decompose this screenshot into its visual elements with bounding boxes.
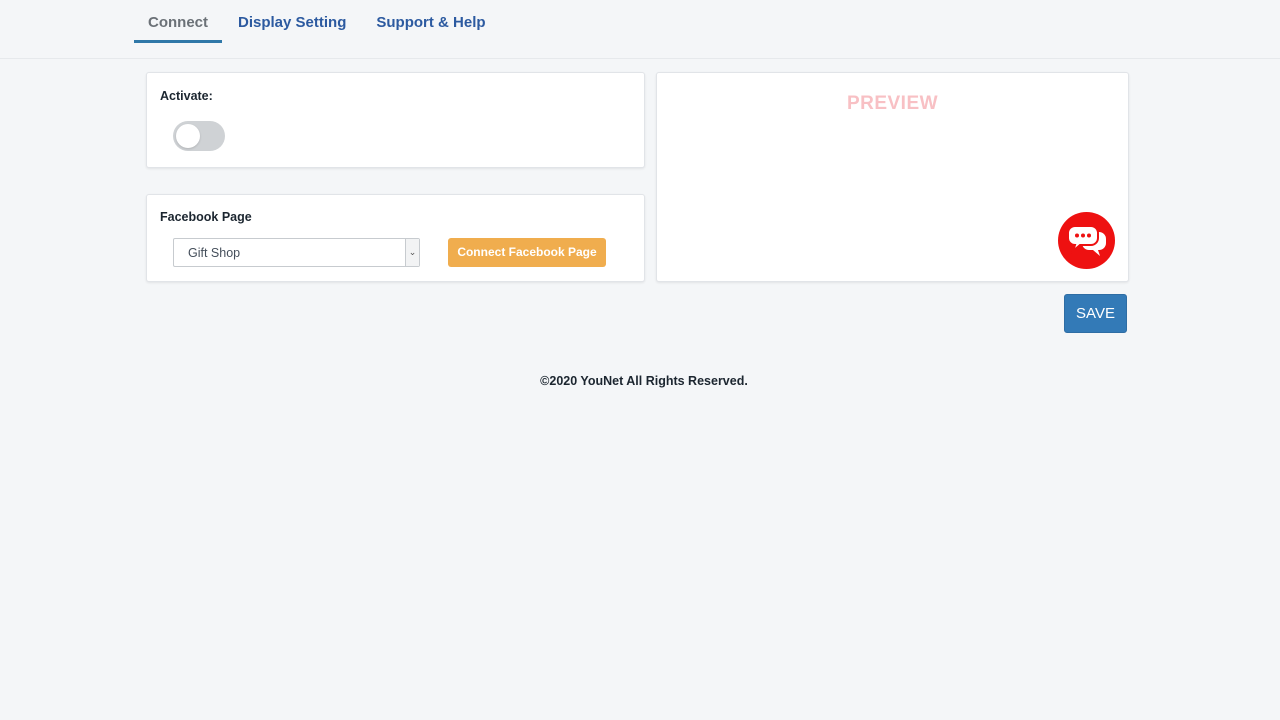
footer-copyright: ©2020 YouNet All Rights Reserved.: [540, 374, 748, 388]
tab-support-help[interactable]: Support & Help: [376, 0, 485, 40]
activate-card: Activate:: [146, 72, 645, 168]
top-navigation: Connect Display Setting Support & Help: [0, 0, 1280, 59]
chevron-down-icon: ⌄: [405, 239, 419, 266]
facebook-page-select[interactable]: Gift Shop ⌄: [173, 238, 420, 267]
tab-display-setting[interactable]: Display Setting: [238, 0, 346, 40]
toggle-knob: [176, 124, 200, 148]
preview-title: PREVIEW: [846, 93, 939, 114]
activate-label: Activate:: [160, 89, 213, 103]
facebook-page-card: Facebook Page Gift Shop ⌄ Connect Facebo…: [146, 194, 645, 282]
chat-bubbles-icon: [1066, 224, 1106, 256]
tab-bar: Connect Display Setting Support & Help: [134, 0, 486, 58]
facebook-page-label: Facebook Page: [160, 210, 252, 224]
connect-facebook-page-button[interactable]: Connect Facebook Page: [448, 238, 606, 267]
save-button[interactable]: SAVE: [1064, 294, 1127, 333]
selected-page-value: Gift Shop: [188, 246, 241, 260]
tab-connect[interactable]: Connect: [134, 0, 222, 43]
activate-toggle[interactable]: [173, 121, 225, 151]
preview-card: PREVIEW: [656, 72, 1129, 282]
chat-bubble-button[interactable]: [1058, 212, 1115, 269]
